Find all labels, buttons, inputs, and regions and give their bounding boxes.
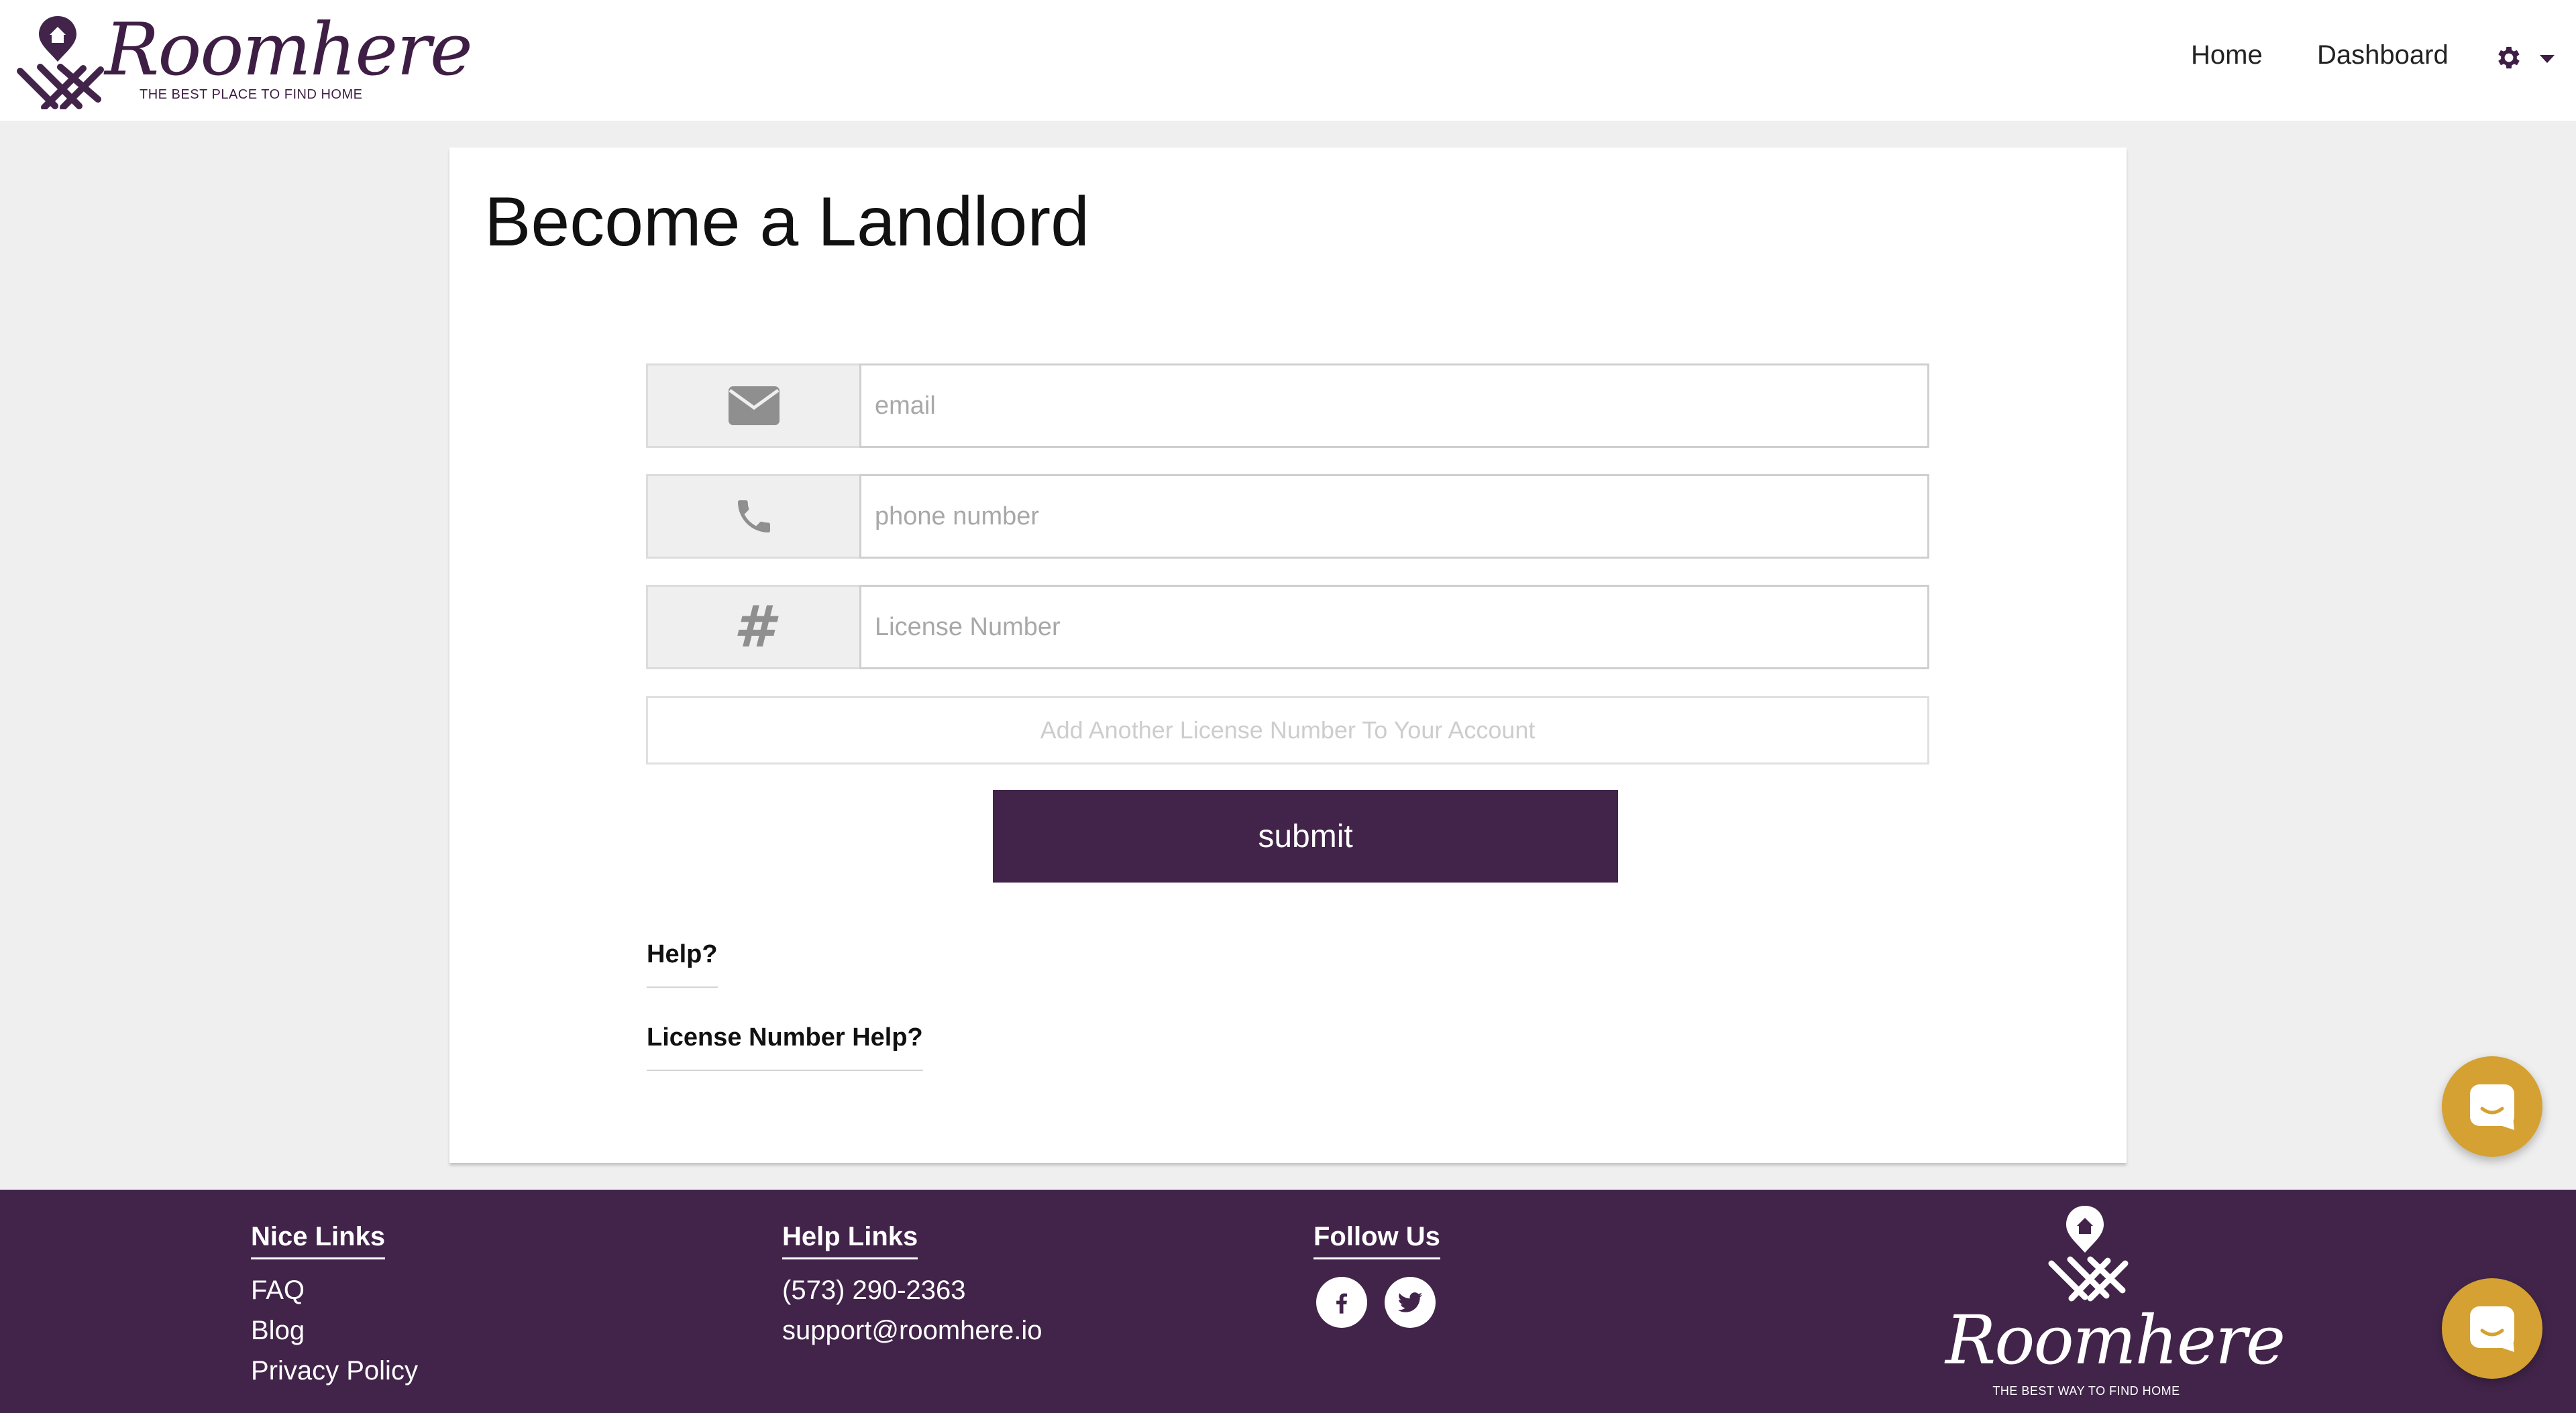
settings-dropdown[interactable]	[2494, 42, 2561, 74]
support-phone-link[interactable]: (573) 290-2363	[782, 1276, 966, 1306]
house-pin-logo-icon	[2048, 1206, 2129, 1302]
nav-home-link[interactable]: Home	[2191, 40, 2263, 70]
chat-icon	[2470, 1306, 2514, 1352]
page-title: Become a Landlord	[484, 183, 1089, 261]
add-license-button[interactable]: Add Another License Number To Your Accou…	[646, 696, 1929, 765]
phone-addon	[646, 474, 859, 559]
help-links-heading: Help Links	[782, 1222, 918, 1259]
phone-input[interactable]	[859, 474, 1929, 559]
house-pin-logo-icon	[17, 16, 104, 109]
privacy-policy-link[interactable]: Privacy Policy	[251, 1356, 418, 1386]
logo-wordmark: Roomhere	[105, 8, 473, 92]
support-email-link[interactable]: support@roomhere.io	[782, 1316, 1042, 1346]
roomhere-logo[interactable]: Roomhere THE BEST PLACE TO FIND HOME	[13, 8, 473, 109]
phone-icon	[737, 500, 770, 532]
site-footer: Nice Links FAQ Blog Privacy Policy Help …	[0, 1190, 2576, 1413]
logo-tagline: THE BEST PLACE TO FIND HOME	[140, 87, 363, 102]
footer-logo-wordmark: Roomhere	[1945, 1301, 2286, 1379]
chat-launcher-button-secondary[interactable]	[2442, 1278, 2542, 1379]
license-field-group: #	[646, 585, 1929, 669]
license-number-input[interactable]	[859, 585, 1929, 669]
chat-icon	[2470, 1084, 2514, 1130]
phone-field-group	[646, 474, 1929, 559]
chat-launcher-button[interactable]	[2442, 1056, 2542, 1157]
facebook-button[interactable]	[1316, 1277, 1367, 1328]
hash-icon: #	[733, 594, 774, 661]
footer-logo-tagline: THE BEST WAY TO FIND HOME	[1992, 1384, 2180, 1398]
top-navbar: Roomhere THE BEST PLACE TO FIND HOME Hom…	[0, 0, 2576, 121]
help-link[interactable]: Help?	[647, 940, 718, 988]
facebook-icon	[1336, 1293, 1347, 1314]
follow-us-heading: Follow Us	[1313, 1222, 1440, 1259]
nice-links-heading: Nice Links	[251, 1222, 386, 1259]
license-number-help-link[interactable]: License Number Help?	[647, 1023, 923, 1071]
blog-link[interactable]: Blog	[251, 1316, 305, 1346]
chevron-down-icon	[2540, 55, 2555, 63]
footer-logo: Roomhere THE BEST WAY TO FIND HOME	[1945, 1202, 2286, 1410]
license-addon: #	[646, 585, 859, 669]
twitter-icon	[1397, 1292, 1423, 1312]
faq-link[interactable]: FAQ	[251, 1276, 305, 1306]
nav-dashboard-link[interactable]: Dashboard	[2317, 40, 2449, 70]
email-input[interactable]	[859, 363, 1929, 448]
submit-button[interactable]: submit	[993, 790, 1618, 883]
landlord-form-card: Become a Landlord # Add Another License …	[449, 148, 2127, 1163]
envelope-icon	[728, 386, 780, 425]
email-addon	[646, 363, 859, 448]
twitter-button[interactable]	[1385, 1277, 1436, 1328]
gear-icon	[2498, 46, 2520, 69]
email-field-group	[646, 363, 1929, 448]
